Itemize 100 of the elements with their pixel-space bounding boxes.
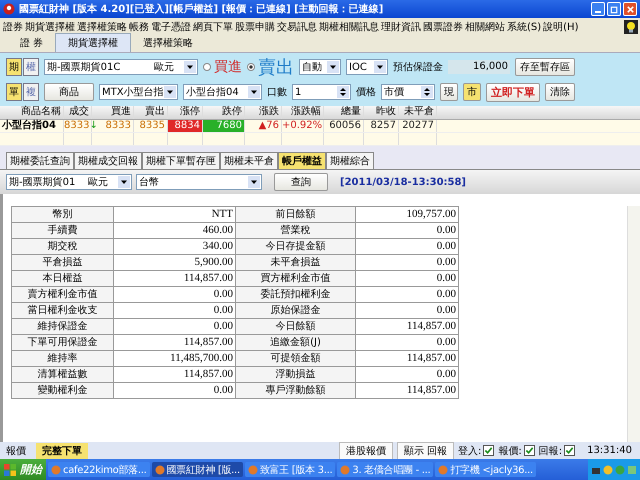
status-button[interactable]: 顯示 回報 (396, 442, 454, 460)
toggle-button[interactable]: 複 (23, 83, 39, 101)
quote-cell: 8257 (364, 120, 399, 132)
query-button[interactable]: 查詢 (274, 173, 328, 191)
toggle-button[interactable]: 期 (6, 58, 22, 76)
checkbox[interactable] (564, 445, 576, 456)
tab[interactable]: 期貨選擇權 (55, 33, 132, 52)
menu-item[interactable]: 說明(H) (542, 20, 580, 34)
menu-item[interactable]: 帳務 (128, 20, 150, 34)
close-icon (626, 4, 634, 14)
status-button[interactable]: 港股報價 (338, 442, 393, 460)
table-cell: 未平倉損益 (236, 255, 356, 271)
app-logo-icon (3, 3, 15, 15)
product-select[interactable]: MTX小型台指 (99, 84, 178, 100)
column-header: 買進 (92, 106, 134, 119)
menu-item[interactable]: 電子憑證 (150, 20, 192, 34)
tab[interactable]: 期權下單暫存匣 (142, 152, 220, 169)
table-cell: 可提領金額 (236, 351, 356, 367)
tab[interactable]: 報價 (0, 442, 32, 458)
taskbar-label: 致富王 [版本 3... (260, 464, 332, 476)
menu-item[interactable]: 期貨選擇權 (24, 20, 76, 34)
menu-item[interactable]: 選擇權策略 (76, 20, 128, 34)
spinner-arrows-icon[interactable] (337, 86, 349, 98)
account-select[interactable]: 期-國票期貨01C 歐元 (44, 59, 198, 75)
menu-item[interactable]: 證券 (2, 20, 24, 34)
quote-cell: 小型台指04 (0, 120, 64, 132)
taskbar-label: cafe22kimo部落... (63, 464, 146, 476)
price-spinner[interactable]: 市價 (381, 84, 435, 100)
table-cell: 當日權利金收支 (12, 303, 114, 319)
clear-button[interactable]: 清除 (545, 83, 575, 101)
table-cell: 營業稅 (236, 223, 356, 239)
product-button[interactable]: 商品 (44, 83, 94, 101)
menu-item[interactable]: 系統(S) (506, 20, 542, 34)
taskbar-button[interactable]: cafe22kimo部落... (48, 462, 150, 477)
taskbar-label: 國票紅財神 [版... (166, 464, 240, 476)
taskbar-button[interactable]: 致富王 [版本 3... (244, 462, 336, 477)
tab[interactable]: 證 券 (8, 34, 56, 52)
table-cell: 清算權益數 (12, 367, 114, 383)
checkbox[interactable] (483, 445, 494, 456)
table-cell: 維持保證金 (12, 319, 114, 335)
radio-button[interactable] (247, 63, 255, 71)
checkbox[interactable] (524, 445, 535, 456)
table-cell: 期交稅 (12, 239, 114, 255)
spinner-arrows-icon[interactable] (421, 86, 433, 98)
quantity-spinner[interactable]: 1 (292, 84, 351, 100)
submit-order-button[interactable]: 立即下單 (486, 82, 540, 102)
price-type-button[interactable]: 市 (463, 83, 481, 101)
table-cell: 賣方權利金市值 (12, 287, 114, 303)
windows-logo-icon (4, 464, 16, 476)
menu-item[interactable]: 理財資訊 (380, 20, 422, 34)
app-icon (154, 464, 164, 474)
tab[interactable]: 選擇權策略 (131, 34, 206, 52)
table-cell: 0.00 (356, 271, 459, 287)
table-cell: 委託預扣權利金 (236, 287, 356, 303)
menu-item[interactable]: 國票證券 (422, 20, 464, 34)
table-cell: 0.00 (356, 303, 459, 319)
price-type-button[interactable]: 現 (440, 83, 458, 101)
menu-item[interactable]: 期權相關訊息 (318, 20, 380, 34)
table-cell: 浮動損益 (236, 367, 356, 383)
maximize-button[interactable] (607, 2, 621, 16)
account-select[interactable]: 期-國票期貨01 歐元 (6, 174, 132, 190)
condition-select[interactable]: IOC (346, 59, 388, 75)
column-header: 商品名稱 (0, 106, 64, 119)
table-cell: 0.00 (356, 223, 459, 239)
table-cell: 0.00 (356, 367, 459, 383)
taskbar-button[interactable]: 3. 老僑合唱團 - ... (337, 462, 434, 477)
margin-label: 預估保證金 (393, 60, 443, 74)
status-label: 報價: (498, 444, 522, 458)
toggle-button[interactable]: 權 (23, 58, 39, 76)
contract-select[interactable]: 小型台指04 (183, 84, 262, 100)
lightbulb-icon[interactable] (624, 20, 638, 34)
toggle-button[interactable]: 單 (6, 83, 22, 101)
status-label: 登入: (458, 444, 482, 458)
tab[interactable]: 完整下單 (36, 442, 88, 458)
taskbar-label: 打字機 <jacly36... (450, 464, 533, 476)
tab[interactable]: 期權委託查詢 (6, 152, 74, 169)
radio-button[interactable] (203, 63, 211, 71)
mode-select[interactable]: 自動 (299, 59, 341, 75)
minimize-button[interactable] (591, 2, 605, 16)
tab[interactable]: 期權未平倉 (220, 152, 278, 169)
currency-select[interactable]: 台幣 (136, 174, 262, 190)
side-label[interactable]: 買進 (214, 58, 242, 76)
start-button[interactable]: 開始 (0, 459, 46, 480)
taskbar-button[interactable]: 國票紅財神 [版... (152, 462, 243, 477)
menu-item[interactable]: 相關網站 (464, 20, 506, 34)
table-cell: 0.00 (114, 383, 236, 399)
close-button[interactable] (623, 2, 637, 16)
save-button[interactable]: 存至暫存區 (515, 58, 575, 76)
menu-item[interactable]: 股票申購 (234, 20, 276, 34)
tab[interactable]: 期權成交回報 (74, 152, 142, 169)
tab[interactable]: 帳戶權益 (278, 152, 326, 169)
table-cell: 變動權利金 (12, 383, 114, 399)
column-header: 昨收 (364, 106, 399, 119)
tab[interactable]: 期權綜合 (326, 152, 374, 169)
table-cell: 0.00 (356, 287, 459, 303)
menu-item[interactable]: 交易訊息 (276, 20, 318, 34)
taskbar-button[interactable]: 打字機 <jacly36... (435, 462, 536, 477)
scrollbar[interactable] (627, 206, 640, 442)
margin-field: 16,000 (448, 60, 510, 74)
menu-item[interactable]: 網頁下單 (192, 20, 234, 34)
